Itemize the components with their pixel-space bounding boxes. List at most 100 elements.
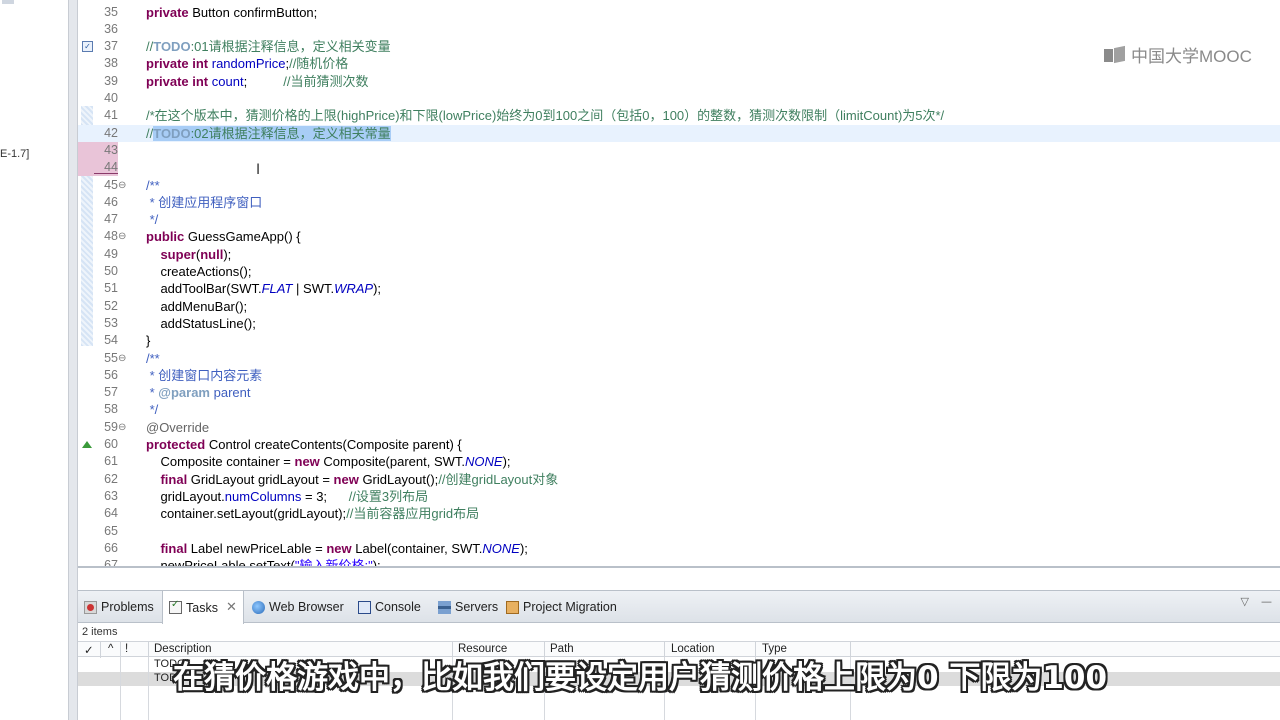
tab-project-migration[interactable]: Project Migration xyxy=(500,591,623,623)
code-text: //TODO:01请根据注释信息，定义相关变量 xyxy=(146,38,391,55)
code-line[interactable]: 65 xyxy=(78,523,1280,540)
line-number: 51 xyxy=(104,281,118,296)
code-text: * @param parent xyxy=(146,384,251,401)
line-number: 55 xyxy=(104,350,118,365)
code-line[interactable]: 50 createActions(); xyxy=(78,263,1280,280)
tab-problems[interactable]: Problems xyxy=(78,591,160,623)
line-number: 57 xyxy=(104,385,118,400)
line-number: 59 xyxy=(104,419,118,434)
code-line[interactable]: 35 private Button confirmButton; xyxy=(78,4,1280,21)
code-line[interactable]: 43 xyxy=(78,141,1280,159)
code-token: * 创建窗口内容元素 xyxy=(146,367,263,383)
code-line[interactable]: 61 Composite container = new Composite(p… xyxy=(78,453,1280,470)
line-number: 66 xyxy=(104,540,118,555)
code-token: NONE xyxy=(465,454,503,470)
fold-toggle-icon[interactable]: ⊖ xyxy=(118,177,126,194)
code-line[interactable]: 59 ⊖ @Override xyxy=(78,419,1280,436)
code-text: /** xyxy=(146,177,160,194)
code-line[interactable]: 51 addToolBar(SWT.FLAT | SWT.WRAP); xyxy=(78,280,1280,297)
code-line[interactable]: 38 private int randomPrice;//随机价格 xyxy=(78,55,1280,72)
code-line[interactable]: 67 newPriceLable.setText("输入新价格:"); xyxy=(78,557,1280,566)
code-text: addToolBar(SWT.FLAT | SWT.WRAP); xyxy=(146,280,381,297)
code-text: @Override xyxy=(146,419,209,436)
text-cursor-icon: I xyxy=(256,162,261,178)
code-line[interactable]: 55 ⊖ /** xyxy=(78,350,1280,367)
code-token: //当前猜测次数 xyxy=(283,73,369,89)
code-line[interactable]: 46 * 创建应用程序窗口 xyxy=(78,194,1280,211)
code-line[interactable]: 64 container.setLayout(gridLayout);//当前容… xyxy=(78,505,1280,522)
code-line[interactable]: 47 */ xyxy=(78,211,1280,228)
code-line[interactable]: 56 * 创建窗口内容元素 xyxy=(78,367,1280,384)
code-line[interactable]: 66 final Label newPriceLable = new Label… xyxy=(78,540,1280,557)
code-text: gridLayout.numColumns = 3; //设置3列布局 xyxy=(146,488,428,505)
code-token: confirmButton; xyxy=(233,4,318,20)
line-number: 58 xyxy=(104,402,118,417)
code-text: //TODO:02请根据注释信息，定义相关常量 xyxy=(146,125,391,142)
code-text: private int randomPrice;//随机价格 xyxy=(146,55,348,72)
code-token: @Override xyxy=(146,419,210,435)
code-line[interactable]: 62 final GridLayout gridLayout = new Gri… xyxy=(78,471,1280,488)
jre-label: E-1.7] xyxy=(0,148,30,160)
code-token: @param xyxy=(158,385,210,401)
code-token: Control createContents(Composite parent)… xyxy=(208,437,462,452)
code-line[interactable]: 45 ⊖ /** xyxy=(78,177,1280,194)
line-number: 60 xyxy=(104,437,118,451)
panel-divider[interactable] xyxy=(68,0,78,720)
code-token: * 创建应用程序窗口 xyxy=(146,194,263,210)
code-line[interactable]: 63 gridLayout.numColumns = 3; //设置3列布局 xyxy=(78,488,1280,505)
code-token: private xyxy=(146,4,193,20)
code-token: //设置3列布局 xyxy=(348,488,429,504)
code-token: Composite container = xyxy=(146,454,295,470)
servers-icon xyxy=(438,600,451,614)
line-number: 46 xyxy=(104,194,118,209)
code-text: private Button confirmButton; xyxy=(146,4,317,21)
code-line[interactable]: 58 */ xyxy=(78,401,1280,418)
code-line[interactable]: 60 protected Control createContents(Compo… xyxy=(78,436,1280,453)
console-icon xyxy=(358,600,371,614)
code-token: parent xyxy=(210,385,251,401)
code-text: protected Control createContents(Composi… xyxy=(146,436,462,453)
code-line[interactable]: 48 ⊖ public GuessGameApp() { xyxy=(78,228,1280,245)
fold-toggle-icon[interactable]: ⊖ xyxy=(118,419,126,436)
code-token: "输入新价格:" xyxy=(294,558,373,566)
tree-marker xyxy=(2,0,14,4)
code-line[interactable]: 49 super(null); xyxy=(78,246,1280,263)
code-token: */ xyxy=(146,212,159,228)
line-number: 62 xyxy=(104,471,118,486)
code-text: private int count; //当前猜测次数 xyxy=(146,73,369,90)
code-token: /** xyxy=(146,177,160,193)
code-line[interactable]: 36 xyxy=(78,21,1280,38)
watermark-text: 中国大学MOOC xyxy=(1131,47,1252,66)
code-line[interactable]: 37 //TODO:01请根据注释信息，定义相关变量 xyxy=(78,38,1280,55)
code-line[interactable]: 40 xyxy=(78,90,1280,107)
code-line[interactable]: 42 //TODO:02请根据注释信息，定义相关常量 xyxy=(78,124,1280,142)
line-number: 67 xyxy=(104,558,118,566)
view-menu-icon[interactable]: ▽ xyxy=(1241,595,1249,608)
code-token: addStatusLine(); xyxy=(146,315,256,331)
line-number: 54 xyxy=(104,333,118,348)
close-icon[interactable]: ✕ xyxy=(226,600,237,615)
tab-label: Servers xyxy=(455,600,499,614)
fold-toggle-icon[interactable]: ⊖ xyxy=(118,350,126,367)
code-line[interactable]: 39 private int count; //当前猜测次数 xyxy=(78,73,1280,90)
code-line[interactable]: 54} xyxy=(78,332,1280,349)
code-editor[interactable]: ✓✓ 35private Button confirmButton;3637//… xyxy=(78,0,1280,566)
code-token: :01请根据注释信息，定义相关变量 xyxy=(190,39,391,55)
code-line[interactable]: 52 addMenuBar(); xyxy=(78,298,1280,315)
code-token: new xyxy=(326,540,356,556)
tab-tasks[interactable]: Tasks ✕ xyxy=(162,591,244,624)
code-token: createActions(); xyxy=(146,264,252,279)
code-token: count xyxy=(211,73,244,89)
code-token: ; xyxy=(243,73,284,89)
fold-toggle-icon[interactable]: ⊖ xyxy=(118,228,126,245)
code-line[interactable]: 53 addStatusLine(); xyxy=(78,315,1280,332)
code-line[interactable]: 41 /*在这个版本中，猜测价格的上限(highPrice)和下限(lowPric… xyxy=(78,107,1280,124)
tab-servers[interactable]: Servers xyxy=(432,591,504,623)
tab-web-browser[interactable]: Web Browser xyxy=(246,591,350,623)
code-token: super xyxy=(160,246,196,262)
minimize-icon[interactable]: — xyxy=(1261,595,1272,608)
tab-console[interactable]: Console xyxy=(352,591,427,623)
tab-label: Project Migration xyxy=(523,600,617,614)
mooc-logo-icon xyxy=(1104,47,1126,63)
code-line[interactable]: 57 * @param parent xyxy=(78,384,1280,401)
